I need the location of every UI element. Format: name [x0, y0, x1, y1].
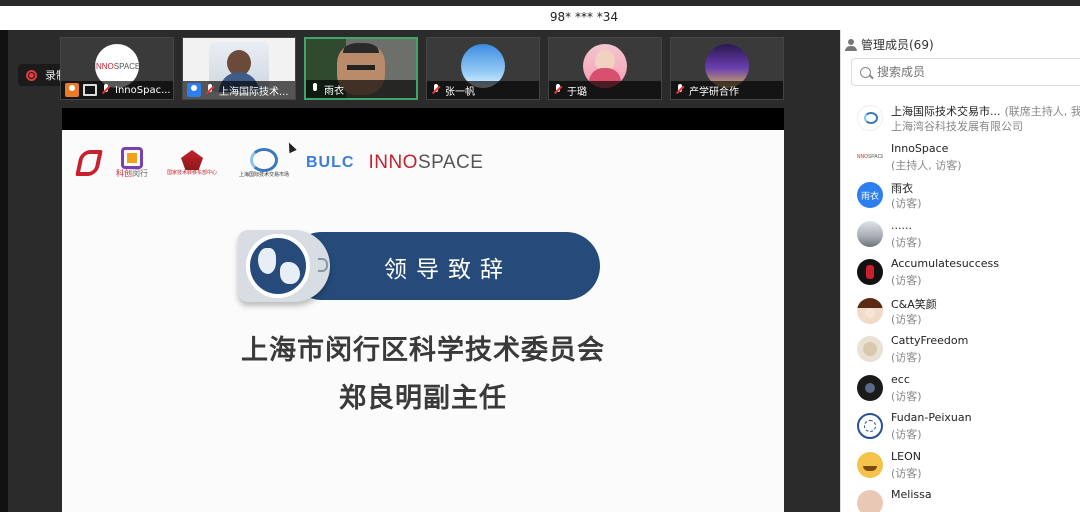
members-header: 管理成员(69) — [845, 36, 934, 53]
innospace-logo-avatar: INNOSPACE — [857, 143, 883, 170]
tile-name: 于璐 — [567, 86, 587, 98]
member-item[interactable]: Melissa — [841, 485, 1080, 512]
member-name: Accumulatesuccess — [891, 257, 999, 270]
china-logo — [75, 146, 103, 180]
person-icon — [845, 38, 857, 51]
globe-icon — [246, 234, 310, 298]
search-icon — [860, 66, 871, 78]
mic-muted-icon — [101, 84, 111, 96]
member-item[interactable]: LEON (访客) — [841, 447, 1080, 486]
tile-name: 张一帆 — [445, 86, 475, 98]
speech-banner: 领导致辞 — [238, 230, 600, 302]
mic-muted-icon — [205, 84, 215, 96]
members-panel: 管理成员(69) 上海国际技术交易市...(联席主持人, 我) 上海湾谷科技发展… — [840, 30, 1080, 512]
mic-icon — [310, 83, 320, 95]
member-item[interactable]: ...... (访客) — [841, 216, 1080, 255]
cat-photo-avatar — [857, 336, 883, 362]
member-name: Melissa — [891, 488, 932, 501]
mic-muted-icon — [675, 84, 685, 96]
member-name: Fudan-Peixuan — [891, 411, 972, 424]
member-search-box[interactable] — [851, 58, 1080, 86]
member-item[interactable]: C&A笑颜 (访客) — [841, 293, 1080, 332]
slide-logos: 科创闵行 国家技术转移东部中心 上海国际技术交易市场 BULC INNOSPAC… — [75, 142, 484, 184]
tile-name: 产学研合作 — [689, 86, 739, 98]
member-role: (主持人, 访客) — [891, 158, 962, 172]
member-name: LEON — [891, 449, 921, 463]
dark-photo-avatar — [857, 374, 883, 401]
tile-name: 雨衣 — [324, 85, 344, 97]
left-edge — [0, 30, 8, 512]
slide-organization: 上海市闵行区科学技术委员会 — [241, 335, 605, 366]
record-icon — [26, 69, 37, 81]
bulc-logo: BULC — [306, 154, 355, 171]
member-role: (访客) — [891, 351, 922, 364]
banner-globe-frame — [238, 230, 330, 302]
video-tile-zhang[interactable]: 张一帆 — [426, 37, 540, 100]
seal-logo-avatar — [857, 413, 883, 439]
member-item[interactable]: 雨衣 雨衣 (访客) — [841, 177, 1080, 216]
shared-slide: 科创闵行 国家技术转移东部中心 上海国际技术交易市场 BULC INNOSPAC… — [62, 130, 784, 512]
member-role: (访客) — [891, 197, 922, 210]
tech-exchange-logo: 上海国际技术交易市场 — [236, 148, 292, 178]
member-name: 上海国际技术交易市... — [891, 105, 1001, 118]
member-role: (访客) — [891, 274, 922, 287]
host-logo-avatar — [857, 105, 883, 131]
member-role: (访客) — [891, 389, 922, 403]
member-item[interactable]: INNOSPACE InnoSpace (主持人, 访客) — [841, 139, 1080, 178]
video-tile-speaker[interactable]: 雨衣 — [304, 37, 418, 100]
member-name: InnoSpace — [891, 141, 949, 155]
eastern-center-logo: 国家技术转移东部中心 — [162, 150, 222, 176]
member-item[interactable]: 上海国际技术交易市... (联席主持人, 我) 上海湾谷科技发展有限公司 — [841, 100, 1080, 139]
girl-photo-avatar — [857, 297, 883, 324]
member-role: (联席主持人, 我) — [1004, 105, 1080, 118]
slide-speaker-title: 郑良明副主任 — [339, 383, 507, 414]
window-titlebar: 98* *** *34 — [0, 6, 1080, 30]
logo-text-minhang: 闵行 — [132, 169, 148, 178]
emoji-photo-avatar — [857, 451, 883, 478]
member-name: C&A笑颜 — [891, 297, 937, 311]
dark-photo-avatar — [857, 259, 883, 285]
landscape-photo-avatar — [857, 220, 883, 247]
member-name: ...... — [891, 218, 912, 232]
member-role: (访客) — [891, 466, 922, 480]
video-tile-yulu[interactable]: 于璐 — [548, 37, 662, 100]
member-search-input[interactable] — [877, 65, 1057, 79]
host-icon — [65, 83, 79, 97]
member-name: ecc — [891, 372, 910, 386]
member-item[interactable]: Accumulatesuccess (访客) — [841, 254, 1080, 293]
member-item[interactable]: CattyFreedom (访客) — [841, 331, 1080, 370]
member-name: 雨衣 — [891, 182, 913, 195]
video-tile-host[interactable]: 上海国际技术... — [182, 37, 296, 100]
logo-text-eastern-center: 国家技术转移东部中心 — [166, 170, 217, 176]
mic-muted-icon — [431, 84, 441, 96]
logo-text-tech-exchange: 上海国际技术交易市场 — [238, 172, 289, 178]
members-title: 管理成员(69) — [861, 38, 934, 52]
tile-name: 上海国际技术... — [219, 86, 289, 98]
member-role: (访客) — [891, 312, 922, 326]
member-item[interactable]: ecc (访客) — [841, 370, 1080, 409]
screen-share-icon — [83, 84, 97, 96]
member-company: 上海湾谷科技发展有限公司 — [891, 120, 1023, 133]
portrait-photo-avatar — [857, 490, 883, 512]
banner-title: 领导致辞 — [384, 257, 512, 283]
innospace-logo: INNOSPACE — [368, 152, 484, 173]
member-role: (访客) — [891, 235, 922, 249]
video-tile-innospace[interactable]: INNOSPACE InnoSpac... — [60, 37, 174, 100]
text-avatar: 雨衣 — [857, 182, 883, 208]
mic-muted-icon — [553, 84, 563, 96]
window-title: 98* *** *34 — [549, 10, 619, 24]
kechuang-logo: 科创闵行 — [116, 147, 148, 179]
tile-name: InnoSpac... — [115, 84, 171, 96]
logo-text-kechuang: 科创 — [116, 169, 132, 178]
member-item[interactable]: Fudan-Peixuan (访客) — [841, 408, 1080, 447]
member-role: (访客) — [891, 428, 922, 441]
video-tile-industry[interactable]: 产学研合作 — [670, 37, 784, 100]
user-icon — [187, 83, 201, 97]
member-name: CattyFreedom — [891, 334, 969, 347]
member-list: 上海国际技术交易市...(联席主持人, 我) 上海湾谷科技发展有限公司 INNO… — [841, 100, 1080, 512]
